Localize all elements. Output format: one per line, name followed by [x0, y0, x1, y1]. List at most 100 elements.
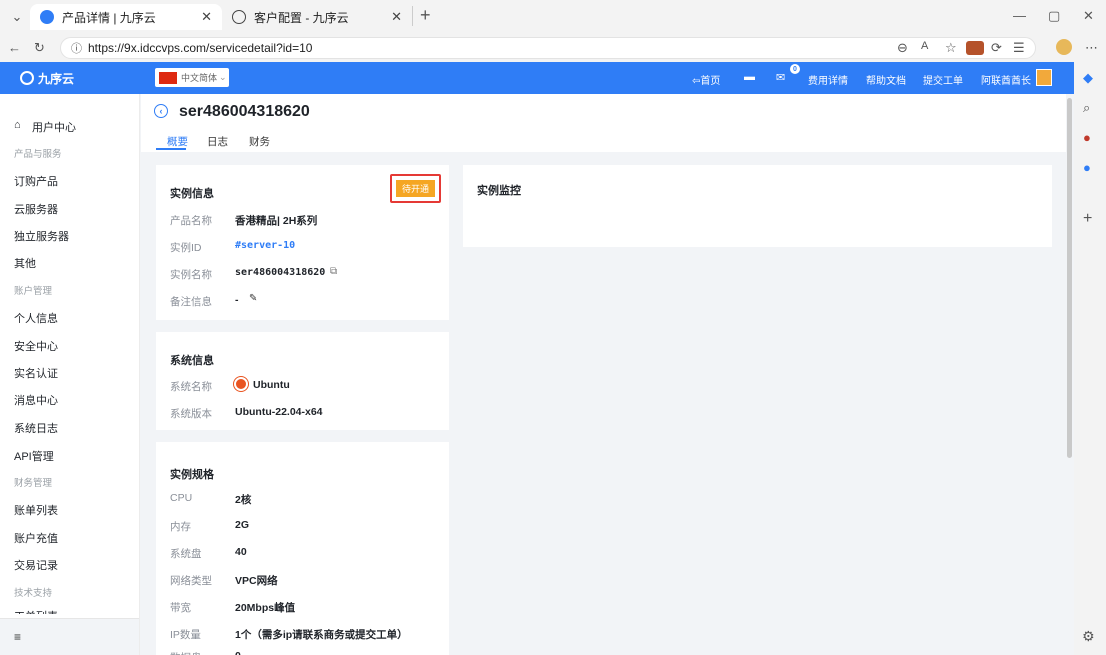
- field-label: 产品名称: [170, 215, 212, 227]
- collections-icon[interactable]: ☰: [1013, 40, 1025, 56]
- close-tab-icon[interactable]: ✕: [201, 9, 212, 25]
- mail-icon[interactable]: ✉: [776, 71, 785, 84]
- field-label: CPU: [170, 492, 193, 504]
- sidebar-item-tickets[interactable]: 工单列表: [14, 608, 58, 614]
- tab-list-chevron-icon[interactable]: ⌄: [8, 8, 26, 26]
- active-tab-indicator: [156, 148, 186, 150]
- sidebar-collapse-bar: ≡: [0, 618, 139, 655]
- copy-icon[interactable]: ⧉: [330, 266, 337, 277]
- os-name-value: Ubuntu: [253, 379, 290, 391]
- collapse-menu-icon[interactable]: ≡: [14, 630, 21, 644]
- browser-tab-active[interactable]: 产品详情 | 九序云 ✕: [30, 4, 222, 30]
- back-circle-icon[interactable]: ‹: [154, 104, 168, 118]
- system-info-card: 系统信息 系统名称 Ubuntu 系统版本 Ubuntu-22.04-x64: [156, 332, 449, 430]
- card-title: 实例规格: [170, 469, 214, 481]
- zoom-icon[interactable]: ⊖: [897, 40, 908, 56]
- site-favicon-icon: [40, 10, 54, 24]
- language-label: 中文简体: [181, 73, 218, 83]
- cart-icon[interactable]: ▬: [744, 71, 755, 83]
- tab-title: 产品详情 | 九序云: [62, 10, 156, 25]
- instance-info-card: 实例信息 待开通 产品名称 香港精品| 2H系列 实例ID #server-10…: [156, 165, 449, 320]
- instance-id-link[interactable]: #server-10: [235, 240, 295, 251]
- favorite-star-icon[interactable]: ☆: [945, 40, 957, 56]
- sidebar-user-center[interactable]: 用户中心: [32, 119, 76, 135]
- page-scrollbar[interactable]: [1066, 94, 1074, 655]
- read-aloud-icon[interactable]: A: [921, 40, 928, 52]
- extension-icon[interactable]: ●: [1083, 130, 1091, 145]
- instance-spec-card: 实例规格 CPU 2核 内存 2G 系统盘 40 网络类型 VPC网络 带宽 2…: [156, 442, 449, 655]
- field-label: 实例名称: [170, 269, 212, 281]
- sidebar-item-verification[interactable]: 实名认证: [14, 365, 58, 381]
- sidebar-item-other[interactable]: 其他: [14, 255, 36, 271]
- tab-divider: [412, 6, 413, 26]
- tab-log[interactable]: 日志: [207, 134, 228, 149]
- close-tab-icon[interactable]: ✕: [391, 9, 402, 25]
- sidebar-item-security[interactable]: 安全中心: [14, 338, 58, 354]
- site-info-icon[interactable]: ⓘ: [71, 40, 82, 56]
- back-icon[interactable]: ←: [8, 40, 21, 55]
- minimize-icon[interactable]: —: [1013, 8, 1026, 23]
- sidebar-group-header: 产品与服务: [14, 149, 62, 160]
- close-window-icon[interactable]: ✕: [1083, 8, 1094, 24]
- sidebar-item-order[interactable]: 订购产品: [14, 173, 58, 189]
- user-menu[interactable]: 阿联酋酋长: [981, 72, 1031, 87]
- url-text: https://9x.idccvps.com/servicedetail?id=…: [88, 41, 313, 55]
- highlight-box: 待开通: [390, 174, 441, 203]
- cpu-value: 2核: [235, 494, 252, 506]
- sidebar-item-system-log[interactable]: 系统日志: [14, 420, 58, 436]
- sidebar-item-bills[interactable]: 账单列表: [14, 502, 58, 518]
- ticket-link[interactable]: 提交工单: [923, 72, 963, 87]
- browser-toolbar: ← ↻ ⓘ https://9x.idccvps.com/servicedeta…: [0, 34, 1106, 62]
- home-link[interactable]: ⇦首页: [692, 72, 720, 87]
- add-sidebar-icon[interactable]: +: [1083, 210, 1092, 228]
- sidebar-item-api[interactable]: API管理: [14, 448, 54, 464]
- field-label: 系统盘: [170, 548, 202, 560]
- field-label: 备注信息: [170, 296, 212, 308]
- extensions-puzzle-icon[interactable]: ⟳: [991, 40, 1002, 56]
- system-disk-value: 40: [235, 546, 247, 558]
- profile-avatar[interactable]: [1056, 39, 1072, 55]
- browser-side-rail: ◆ ⌕ ● ● + ⚙: [1074, 62, 1106, 655]
- web-page: 九序云 中文简体 ⌄ ⇦首页 ▬ ✉ 0 费用详情 帮助文档 提交工单 阿联酋酋…: [0, 62, 1074, 655]
- instance-name-value: ser486004318620: [235, 267, 326, 278]
- tab-overview[interactable]: 概要: [167, 134, 188, 149]
- ip-count-value: 1个（需多ip请联系商务或提交工单）: [235, 629, 408, 641]
- home-icon: ⌂: [14, 119, 21, 131]
- scrollbar-thumb[interactable]: [1067, 98, 1072, 458]
- tab-finance[interactable]: 财务: [249, 134, 270, 149]
- sidebar: ⌂ 用户中心 产品与服务 订购产品 云服务器 独立服务器 其他 账户管理 个人信…: [0, 94, 140, 655]
- sidebar-item-messages[interactable]: 消息中心: [14, 392, 58, 408]
- avatar[interactable]: [1036, 69, 1052, 86]
- field-label: 实例ID: [170, 242, 202, 254]
- browser-tab[interactable]: 客户配置 - 九序云 ✕: [222, 4, 412, 30]
- sidebar-item-transactions[interactable]: 交易记录: [14, 557, 58, 573]
- sidebar-item-dedicated-server[interactable]: 独立服务器: [14, 228, 69, 244]
- sidebar-group-header: 账户管理: [14, 286, 53, 297]
- card-title: 实例监控: [477, 185, 521, 197]
- sidebar-item-profile[interactable]: 个人信息: [14, 310, 58, 326]
- field-label: 网络类型: [170, 575, 212, 587]
- billing-link[interactable]: 费用详情: [808, 72, 848, 87]
- ubuntu-icon: [234, 377, 248, 391]
- gear-icon[interactable]: ⚙: [1082, 628, 1095, 645]
- address-bar[interactable]: ⓘ https://9x.idccvps.com/servicedetail?i…: [60, 37, 1036, 59]
- search-icon[interactable]: ⌕: [1083, 100, 1090, 116]
- help-link[interactable]: 帮助文档: [866, 72, 906, 87]
- logo-text[interactable]: 九序云: [38, 70, 74, 87]
- sidebar-item-recharge[interactable]: 账户充值: [14, 530, 58, 546]
- extension-icon[interactable]: [966, 41, 984, 55]
- language-select[interactable]: 中文简体 ⌄: [155, 68, 229, 87]
- sidebar-group-header: 技术支持: [14, 588, 53, 599]
- field-label: IP数量: [170, 629, 201, 641]
- restore-icon[interactable]: ▢: [1048, 8, 1060, 24]
- memory-value: 2G: [235, 519, 250, 531]
- edit-pencil-icon[interactable]: ✎: [249, 293, 257, 304]
- bandwidth-value: 20Mbps峰值: [235, 602, 296, 614]
- copilot-icon[interactable]: ◆: [1083, 70, 1093, 86]
- new-tab-icon[interactable]: +: [420, 5, 431, 26]
- outlook-icon[interactable]: ●: [1083, 160, 1091, 175]
- more-menu-icon[interactable]: ⋯: [1085, 40, 1098, 56]
- refresh-icon[interactable]: ↻: [34, 40, 45, 56]
- sidebar-item-cloud-server[interactable]: 云服务器: [14, 201, 58, 217]
- instance-monitor-card: 实例监控: [463, 165, 1052, 247]
